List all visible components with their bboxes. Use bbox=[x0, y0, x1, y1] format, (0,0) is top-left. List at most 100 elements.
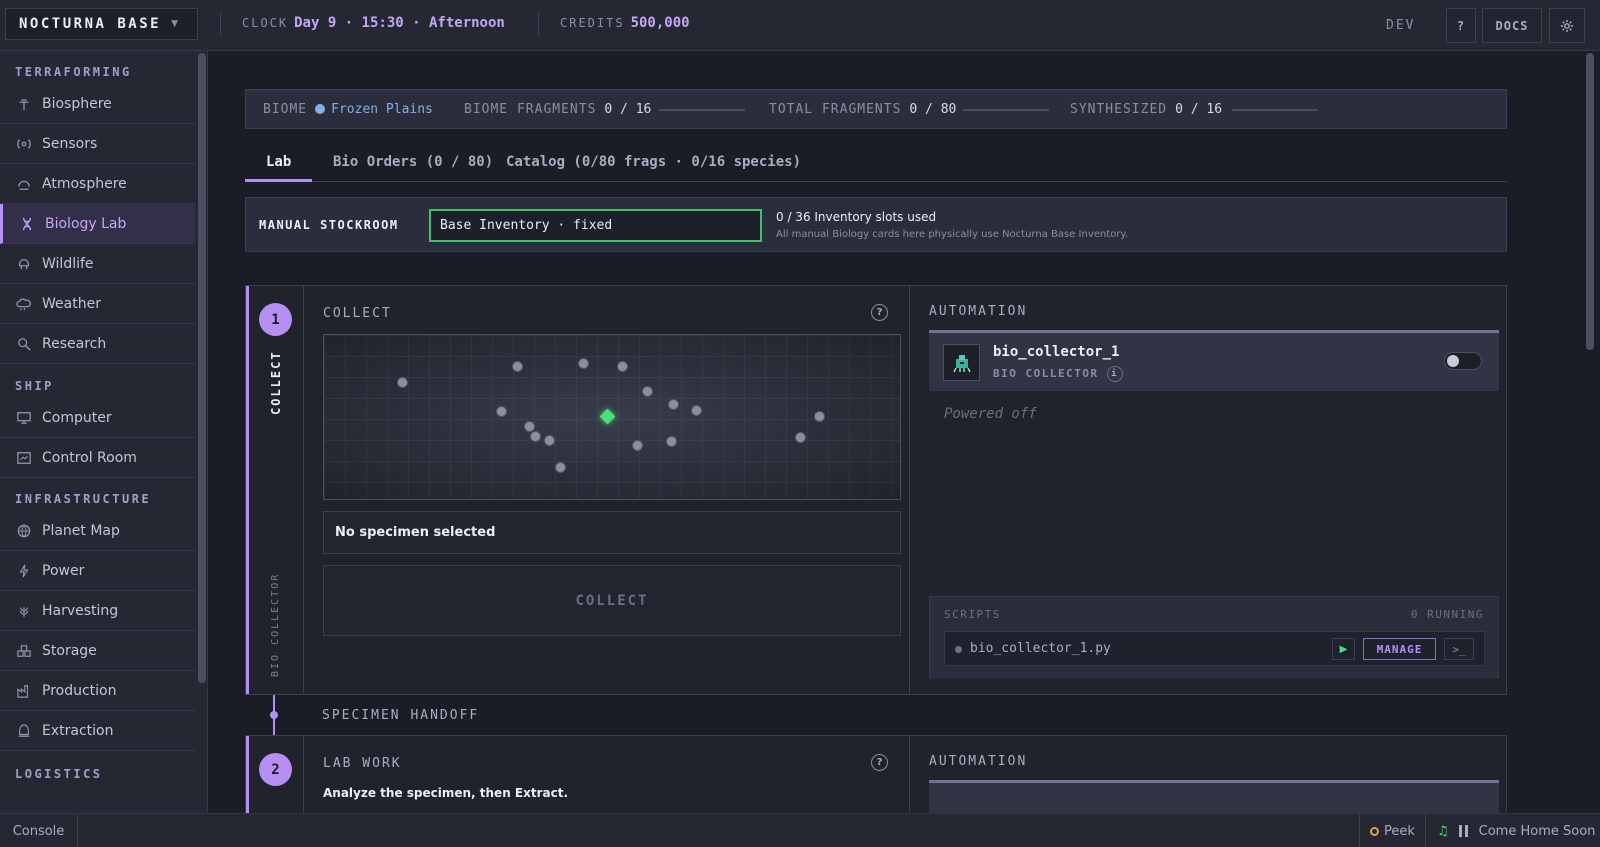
main-scrollbar[interactable] bbox=[1586, 53, 1594, 350]
specimen-grid[interactable] bbox=[323, 334, 901, 500]
manage-script-button[interactable]: MANAGE bbox=[1363, 638, 1436, 660]
harvest-icon bbox=[15, 602, 33, 620]
sidebar-item-power[interactable]: Power bbox=[0, 551, 195, 591]
sidebar-item-label: Control Room bbox=[42, 449, 137, 466]
pause-bar bbox=[1464, 825, 1468, 837]
section-logistics: LOGISTICS bbox=[15, 767, 103, 781]
stage-collect: 1 COLLECT BIO COLLECTOR COLLECT ? No spe bbox=[245, 285, 1507, 695]
peek-label: Peek bbox=[1384, 823, 1415, 839]
specimen-point[interactable] bbox=[632, 440, 643, 451]
specimen-point[interactable] bbox=[617, 361, 628, 372]
collect-button[interactable]: COLLECT bbox=[323, 565, 901, 636]
specimen-point[interactable] bbox=[530, 431, 541, 442]
scripts-label: SCRIPTS bbox=[944, 608, 1001, 621]
credits: CREDITS 500,000 bbox=[560, 15, 690, 31]
sidebar-item-computer[interactable]: Computer bbox=[0, 398, 195, 438]
sidebar-scrollbar[interactable] bbox=[198, 53, 206, 683]
manual-stockroom: MANUAL STOCKROOM Base Inventory · fixed … bbox=[245, 197, 1507, 252]
specimen-point[interactable] bbox=[555, 462, 566, 473]
sidebar-item-planet-map[interactable]: Planet Map bbox=[0, 511, 195, 551]
docs-button[interactable]: DOCS bbox=[1482, 8, 1542, 43]
specimen-point[interactable] bbox=[496, 406, 507, 417]
sidebar-item-research[interactable]: Research bbox=[0, 324, 195, 364]
scripts-panel: SCRIPTS 0 RUNNING bio_collector_1.py ▶ M… bbox=[929, 596, 1499, 678]
handoff-dot bbox=[270, 711, 278, 719]
credits-label: CREDITS bbox=[560, 16, 625, 30]
toggle-knob bbox=[1447, 355, 1459, 367]
settings-button[interactable] bbox=[1549, 8, 1585, 43]
sidebar-item-production[interactable]: Production bbox=[0, 671, 195, 711]
stockroom-title: MANUAL STOCKROOM bbox=[259, 218, 399, 232]
lab-unit-card bbox=[929, 780, 1499, 813]
specimen-point[interactable] bbox=[397, 377, 408, 388]
sidebar-item-label: Planet Map bbox=[42, 522, 120, 539]
specimen-point[interactable] bbox=[795, 432, 806, 443]
sidebar-item-biology-lab[interactable]: Biology Lab bbox=[0, 204, 195, 244]
specimen-point[interactable] bbox=[691, 405, 702, 416]
biosphere-icon bbox=[15, 95, 33, 113]
sidebar-item-sensors[interactable]: Sensors bbox=[0, 124, 195, 164]
specimen-point[interactable] bbox=[814, 411, 825, 422]
biome-value: Frozen Plains bbox=[331, 102, 433, 117]
power-toggle[interactable] bbox=[1444, 352, 1482, 370]
lab-work-instruction: Analyze the specimen, then Extract. bbox=[323, 786, 569, 800]
bottom-bar: Console Peek ♫ Come Home Soon bbox=[0, 813, 1600, 847]
column-divider bbox=[909, 286, 910, 694]
inventory-selector[interactable]: Base Inventory · fixed bbox=[429, 209, 762, 242]
terminal-button[interactable]: >_ bbox=[1444, 638, 1474, 660]
tab-bio-orders[interactable]: Bio Orders (0 / 80) bbox=[333, 154, 493, 170]
peek-button[interactable]: Peek bbox=[1359, 814, 1425, 847]
handoff-label: SPECIMEN HANDOFF bbox=[322, 708, 480, 723]
clock: CLOCK Day 9 · 15:30 · Afternoon bbox=[242, 15, 505, 31]
biome-fragments-label: BIOME FRAGMENTS bbox=[464, 102, 597, 117]
pause-bar bbox=[1458, 825, 1462, 837]
help-button[interactable]: ? bbox=[1446, 8, 1476, 43]
specimen-point[interactable] bbox=[668, 399, 679, 410]
collect-help-button[interactable]: ? bbox=[871, 304, 888, 321]
sidebar-item-extraction[interactable]: Extraction bbox=[0, 711, 195, 751]
sidebar-item-label: Storage bbox=[42, 642, 97, 659]
total-fragments-progress bbox=[963, 109, 1049, 111]
lab-work-help-button[interactable]: ? bbox=[871, 754, 888, 771]
music-player: ♫ Come Home Soon bbox=[1425, 814, 1600, 847]
active-tab-indicator bbox=[245, 179, 312, 182]
unit-type-label: BIO COLLECTOR bbox=[993, 367, 1099, 380]
info-icon[interactable]: i bbox=[1106, 366, 1123, 382]
sidebar-item-label: Research bbox=[42, 335, 107, 352]
tab-catalog[interactable]: Catalog (0/80 frags · 0/16 species) bbox=[506, 154, 801, 170]
dna-icon bbox=[18, 215, 36, 233]
biome-fragments-progress bbox=[659, 109, 745, 111]
tab-lab[interactable]: Lab bbox=[266, 154, 291, 170]
console-button[interactable]: Console bbox=[0, 814, 78, 847]
script-row: bio_collector_1.py ▶ MANAGE >_ bbox=[944, 631, 1485, 666]
specimen-point[interactable] bbox=[544, 435, 555, 446]
specimen-point[interactable] bbox=[578, 358, 589, 369]
sidebar-item-wildlife[interactable]: Wildlife bbox=[0, 244, 195, 284]
specimen-point[interactable] bbox=[512, 361, 523, 372]
synthesized-progress bbox=[1232, 109, 1318, 111]
sidebar-item-biosphere[interactable]: Biosphere bbox=[0, 84, 195, 124]
sidebar-item-label: Power bbox=[42, 562, 85, 579]
sidebar-item-atmosphere[interactable]: Atmosphere bbox=[0, 164, 195, 204]
sidebar-item-control-room[interactable]: Control Room bbox=[0, 438, 195, 478]
specimen-point[interactable] bbox=[642, 386, 653, 397]
play-icon: ▶ bbox=[1339, 643, 1348, 655]
total-fragments-label: TOTAL FRAGMENTS bbox=[769, 102, 902, 117]
control-room-icon bbox=[15, 449, 33, 467]
divider bbox=[220, 12, 221, 36]
biome-fragments: BIOME FRAGMENTS 0 / 16 bbox=[464, 102, 651, 117]
sidebar-item-harvesting[interactable]: Harvesting bbox=[0, 591, 195, 631]
stage-rail: 2 bbox=[246, 736, 304, 813]
specimen-point[interactable] bbox=[666, 436, 677, 447]
base-name: NOCTURNA BASE bbox=[19, 16, 162, 32]
run-script-button[interactable]: ▶ bbox=[1332, 638, 1355, 660]
sidebar-item-weather[interactable]: Weather bbox=[0, 284, 195, 324]
base-selector[interactable]: NOCTURNA BASE ▼ bbox=[5, 8, 198, 40]
pause-button[interactable] bbox=[1458, 825, 1468, 837]
bio-collector-card: bio_collector_1 BIO COLLECTOR i bbox=[929, 330, 1499, 391]
sidebar-item-storage[interactable]: Storage bbox=[0, 631, 195, 671]
dev-label[interactable]: DEV bbox=[1386, 18, 1415, 33]
bolt-icon bbox=[15, 562, 33, 580]
biome-fragments-value: 0 / 16 bbox=[604, 102, 652, 117]
biome-label: BIOME bbox=[263, 102, 308, 117]
